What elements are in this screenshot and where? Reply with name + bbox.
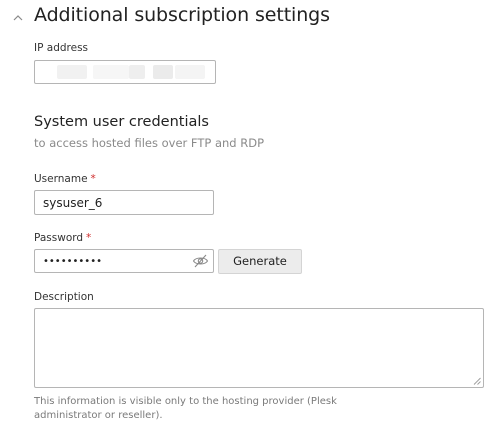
ip-address-field[interactable] [34,60,216,84]
username-input[interactable] [34,190,214,215]
ip-value-redacted [129,65,145,79]
credentials-hint: to access hosted files over FTP and RDP [34,136,265,150]
required-marker: * [90,173,96,185]
password-label: Password * [34,232,91,244]
password-label-text: Password [34,232,84,244]
eye-slash-icon[interactable] [192,253,209,269]
ip-value-redacted [93,65,129,79]
username-label-text: Username [34,173,88,185]
ip-value-redacted [175,65,205,79]
generate-password-button[interactable]: Generate [218,249,302,274]
chevron-up-icon[interactable] [11,13,25,23]
ip-value-redacted [153,65,173,79]
required-marker: * [86,232,92,244]
resize-handle-icon[interactable] [473,377,481,385]
description-hint: This information is visible only to the … [34,396,337,421]
description-textarea[interactable] [34,308,484,388]
ip-address-label: IP address [34,42,89,54]
description-label: Description [34,291,94,303]
section-title: Additional subscription settings [34,4,330,26]
username-label: Username * [34,173,96,185]
password-input[interactable] [34,249,214,273]
ip-value-redacted [57,65,87,79]
section-header-additional-settings[interactable]: Additional subscription settings [0,0,488,34]
credentials-title: System user credentials [34,114,209,130]
